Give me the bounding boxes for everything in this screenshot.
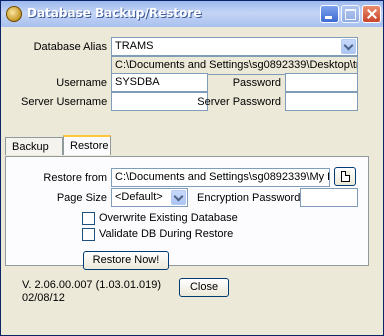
restore-now-button[interactable]: Restore Now! [83,251,169,270]
restore-from-field[interactable]: C:\Documents and Settings\sg0892339\My D… [111,168,330,187]
database-alias-value: TRAMS [115,40,154,52]
overwrite-label: Overwrite Existing Database [99,212,238,224]
close-window-button[interactable] [362,5,381,23]
maximize-button[interactable] [341,5,360,23]
overwrite-checkbox[interactable] [82,212,95,225]
username-label: Username [56,77,107,89]
server-password-field[interactable] [285,92,358,111]
close-button[interactable]: Close [179,278,229,297]
page-size-combo[interactable]: <Default> [111,188,188,207]
database-alias-label: Database Alias [33,41,107,53]
version-text: V. 2.06.00.007 (1.03.01.019) [22,279,162,291]
backup-restore-window: Database Backup/Restore Database Alias T… [0,0,384,336]
validate-checkbox[interactable] [82,228,95,241]
minimize-button[interactable] [320,5,339,23]
title-bar[interactable]: Database Backup/Restore [1,1,383,27]
browse-button[interactable] [334,167,356,186]
restore-from-label: Restore from [43,172,107,184]
validate-label: Validate DB During Restore [99,228,234,240]
server-password-label: Server Password [197,96,281,108]
tab-backup[interactable]: Backup [5,137,63,155]
chevron-down-icon[interactable] [341,39,356,54]
encryption-password-field[interactable] [300,188,358,207]
encryption-password-label: Encryption Password [197,192,301,204]
app-icon [6,6,22,22]
password-label: Password [232,77,281,89]
page-size-value: <Default> [115,191,163,203]
server-username-label: Server Username [21,96,108,108]
database-alias-combo[interactable]: TRAMS [111,37,358,56]
date-text: 02/08/12 [22,292,65,304]
tab-restore[interactable]: Restore [63,135,111,155]
chevron-down-icon[interactable] [171,190,186,205]
window-title: Database Backup/Restore [27,6,202,20]
server-username-field[interactable] [111,92,208,111]
username-field[interactable]: SYSDBA [111,73,208,92]
password-field[interactable] [285,73,358,92]
browse-file-icon [341,171,350,182]
page-size-label: Page Size [56,192,107,204]
